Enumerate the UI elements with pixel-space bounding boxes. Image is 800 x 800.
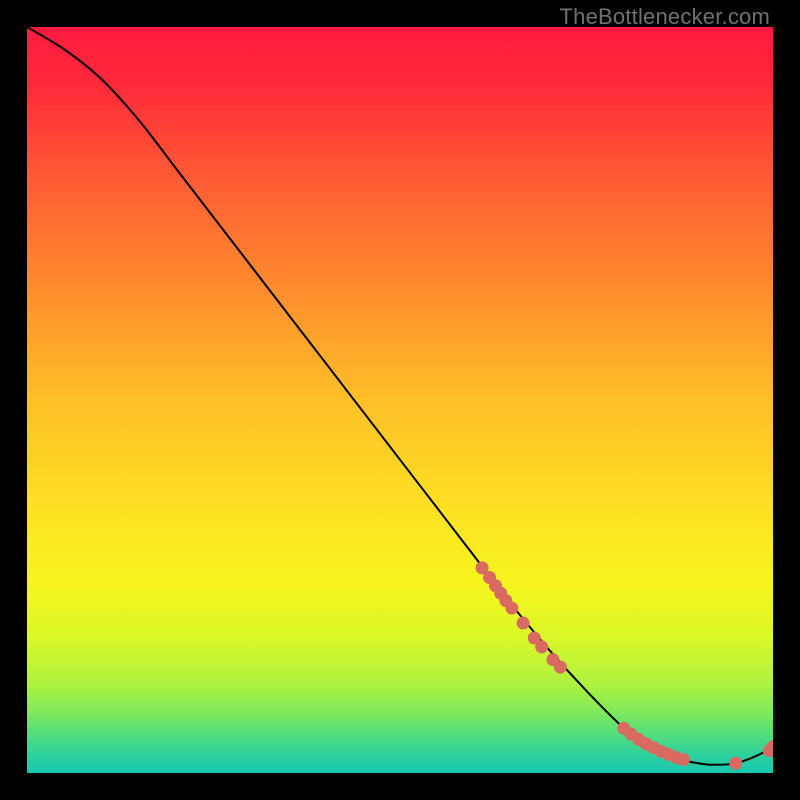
highlight-point [729, 757, 742, 770]
highlight-points [476, 561, 773, 769]
highlight-point [517, 617, 530, 630]
highlight-point [535, 640, 548, 653]
bottleneck-curve [27, 27, 773, 765]
plot-area [27, 27, 773, 773]
highlight-point [505, 602, 518, 615]
curve-layer [27, 27, 773, 773]
highlight-point [554, 661, 567, 674]
highlight-point [677, 753, 690, 766]
chart-stage: TheBottlenecker.com [0, 0, 800, 800]
